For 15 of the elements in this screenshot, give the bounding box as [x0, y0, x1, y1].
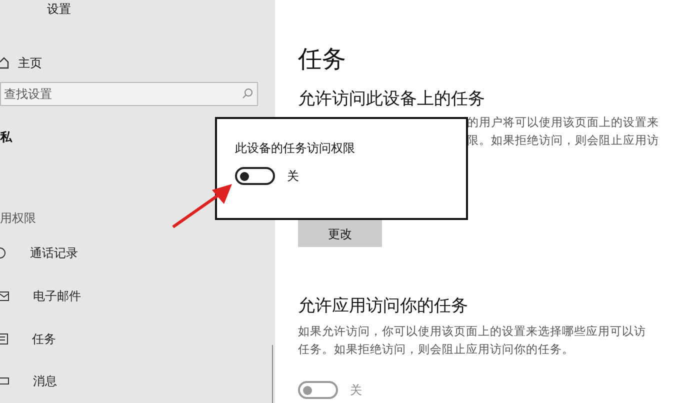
description-text: 任务。如果拒绝访问，则会阻止应用访问你的任务。 — [298, 342, 575, 358]
description-text: 的用户将可以使用该页面上的设置来 — [467, 115, 659, 131]
popup-title: 此设备的任务访问权限 — [235, 140, 356, 157]
window-title: 设置 — [47, 1, 71, 18]
section-heading: 允许访问此设备上的任务 — [298, 88, 486, 110]
section-heading: 允许应用访问你的任务 — [298, 295, 469, 317]
home-link[interactable]: 主页 — [18, 54, 42, 72]
toggle-label: 关 — [287, 168, 299, 185]
search-field[interactable]: 查找设置 — [0, 82, 258, 106]
section-title: 私 — [0, 129, 14, 146]
change-button[interactable]: 更改 — [298, 220, 382, 247]
page-title: 任务 — [298, 45, 347, 75]
toggle-label: 关 — [350, 382, 362, 399]
description-text: 如果允许访问，你可以使用该页面上的设置来选择哪些应用可以访 — [298, 324, 647, 340]
group-label: 用权限 — [0, 210, 37, 228]
